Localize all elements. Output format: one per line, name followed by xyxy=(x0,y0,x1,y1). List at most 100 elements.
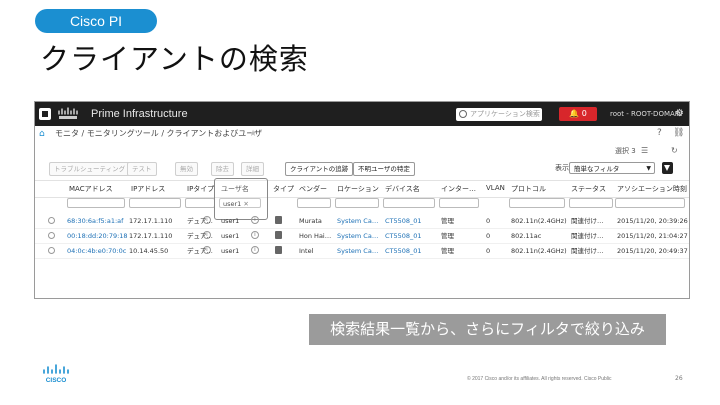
filter-icon[interactable] xyxy=(662,162,673,174)
cisco-logo-text: CISCO xyxy=(46,377,67,384)
mac-cell[interactable]: 68:30:6a:f5:a1:af xyxy=(67,216,123,226)
remove-button[interactable]: 除去 xyxy=(211,162,234,176)
cisco-logo: CISCO xyxy=(43,364,69,384)
row-select-radio[interactable] xyxy=(48,232,55,239)
status-cell: 関連付け… xyxy=(571,232,604,240)
protocol-cell: 802.11n(2.4GHz) xyxy=(511,217,567,225)
filter-row: user1 ✕ xyxy=(35,197,689,211)
show-label: 表示 xyxy=(555,164,569,172)
col-type[interactable]: タイプ xyxy=(273,184,294,194)
alarm-count: 0 xyxy=(581,109,587,118)
favorite-star-icon[interactable]: ★ xyxy=(249,128,257,140)
col-location[interactable]: ロケーション xyxy=(337,184,379,194)
iface-cell: 管理 xyxy=(441,217,454,225)
vlan-cell: 0 xyxy=(486,232,491,240)
track-client-button[interactable]: クライアントの追跡 xyxy=(285,162,354,176)
time-filter-input[interactable] xyxy=(615,198,685,208)
col-assoc-time[interactable]: アソシエーション時刻 xyxy=(617,184,687,194)
vlan-cell: 0 xyxy=(486,217,491,225)
col-ip-type[interactable]: IPタイプ xyxy=(187,184,214,194)
col-device[interactable]: デバイス名 xyxy=(385,184,420,194)
test-button[interactable]: テスト xyxy=(127,162,157,176)
table-row[interactable]: 04:0c:4b:e0:70:0c 10.14.45.50 i デュア… use… xyxy=(35,244,689,259)
cisco-logo-icon xyxy=(58,107,78,119)
ip-filter-input[interactable] xyxy=(129,198,181,208)
user-domain[interactable]: root - ROOT-DOMAIN xyxy=(610,108,682,120)
gear-icon[interactable]: ⚙ xyxy=(675,108,684,120)
ip-cell: 172.17.1.110 xyxy=(129,217,173,225)
user-info-icon[interactable]: i xyxy=(251,216,259,224)
col-mac[interactable]: MACアドレス xyxy=(69,184,113,194)
slide-title: クライアントの検索 xyxy=(40,42,309,76)
slide-tag: Cisco PI xyxy=(35,9,157,33)
vendor-cell: Intel xyxy=(299,247,314,255)
column-settings-icon[interactable]: ☰ xyxy=(641,146,648,155)
vlan-cell: 0 xyxy=(486,247,491,255)
vendor-cell: Murata xyxy=(299,217,322,225)
protocol-cell: 802.11n(2.4GHz) xyxy=(511,247,567,255)
app-search-input[interactable]: アプリケーション検索 xyxy=(456,108,542,121)
location-cell[interactable]: System Ca… xyxy=(337,216,378,226)
device-cell[interactable]: CT5508_01 xyxy=(385,231,422,241)
col-status[interactable]: ステータス xyxy=(571,184,606,194)
page-number: 26 xyxy=(675,375,683,382)
product-name: Prime Infrastructure xyxy=(91,108,188,120)
status-cell: 関連付け… xyxy=(571,217,604,225)
location-filter-input[interactable] xyxy=(335,198,379,208)
mac-cell[interactable]: 04:0c:4b:e0:70:0c xyxy=(67,246,126,256)
device-cell[interactable]: CT5508_01 xyxy=(385,246,422,256)
iptype-filter-input[interactable] xyxy=(185,198,215,208)
user-info-icon[interactable]: i xyxy=(251,246,259,254)
row-select-radio[interactable] xyxy=(48,217,55,224)
table-row[interactable]: 68:30:6a:f5:a1:af 172.17.1.110 i デュア… us… xyxy=(35,214,689,229)
troubleshoot-button[interactable]: トラブルシューティング xyxy=(49,162,131,176)
identify-unknown-user-button[interactable]: 不明ユーザの特定 xyxy=(353,162,415,176)
interface-filter-input[interactable] xyxy=(439,198,479,208)
status-filter-input[interactable] xyxy=(569,198,613,208)
iface-cell: 管理 xyxy=(441,247,454,255)
vendor-cell: Hon Hai… xyxy=(299,232,332,240)
col-vlan[interactable]: VLAN xyxy=(486,184,505,192)
app-search-placeholder: アプリケーション検索 xyxy=(470,110,540,118)
user-info-icon[interactable]: i xyxy=(251,231,259,239)
col-interface[interactable]: インター… xyxy=(441,184,476,194)
client-type-icon xyxy=(275,216,282,224)
time-cell: 2015/11/20, 20:39:26 JST xyxy=(617,217,689,225)
prime-infrastructure-screenshot: Prime Infrastructure アプリケーション検索 🔔 0 root… xyxy=(34,101,690,299)
show-filter-select[interactable]: 簡単なフィルタ ▼ xyxy=(569,162,655,174)
alarm-badge[interactable]: 🔔 0 xyxy=(559,107,597,121)
table-row[interactable]: 00:18:dd:20:79:18 172.17.1.110 i デュア… us… xyxy=(35,229,689,244)
details-button[interactable]: 詳細 xyxy=(241,162,264,176)
disable-button[interactable]: 無効 xyxy=(175,162,198,176)
slide-caption: 検索結果一覧から、さらにフィルタで絞り込み xyxy=(309,314,666,345)
menu-icon[interactable] xyxy=(39,108,51,120)
location-cell[interactable]: System Ca… xyxy=(337,231,378,241)
iface-cell: 管理 xyxy=(441,232,454,240)
row-select-radio[interactable] xyxy=(48,247,55,254)
ip-cell: 172.17.1.110 xyxy=(129,232,173,240)
col-protocol[interactable]: プロトコル xyxy=(511,184,546,194)
device-filter-input[interactable] xyxy=(383,198,435,208)
mac-cell[interactable]: 00:18:dd:20:79:18 xyxy=(67,231,128,241)
search-icon xyxy=(459,110,467,118)
vendor-filter-input[interactable] xyxy=(297,198,331,208)
link-icon[interactable]: ⛓ xyxy=(673,128,684,138)
refresh-icon[interactable]: ↻ xyxy=(671,146,678,155)
ip-cell: 10.14.45.50 xyxy=(129,247,169,255)
col-vendor[interactable]: ベンダー xyxy=(299,184,327,194)
selected-count: 選択 3 xyxy=(615,147,636,155)
client-type-icon xyxy=(275,246,282,254)
home-icon[interactable]: ⌂ xyxy=(39,129,45,139)
user-cell: user1 xyxy=(221,232,240,240)
device-cell[interactable]: CT5508_01 xyxy=(385,216,422,226)
help-icon[interactable]: ? xyxy=(657,128,662,138)
breadcrumb-bar: ⌂ モニタ / モニタリングツール / クライアントおよびユーザ ★ ? ⛓ xyxy=(35,126,689,142)
mac-filter-input[interactable] xyxy=(67,198,125,208)
protocol-filter-input[interactable] xyxy=(509,198,565,208)
client-type-icon xyxy=(275,231,282,239)
table-header: MACアドレス IPアドレス IPタイプ ユーザ名 タイプ ベンダー ロケーショ… xyxy=(35,180,689,198)
location-cell[interactable]: System Ca… xyxy=(337,246,378,256)
iptype-cell: デュア… xyxy=(187,217,213,225)
col-ip[interactable]: IPアドレス xyxy=(131,184,165,194)
breadcrumb[interactable]: モニタ / モニタリングツール / クライアントおよびユーザ xyxy=(55,128,262,140)
